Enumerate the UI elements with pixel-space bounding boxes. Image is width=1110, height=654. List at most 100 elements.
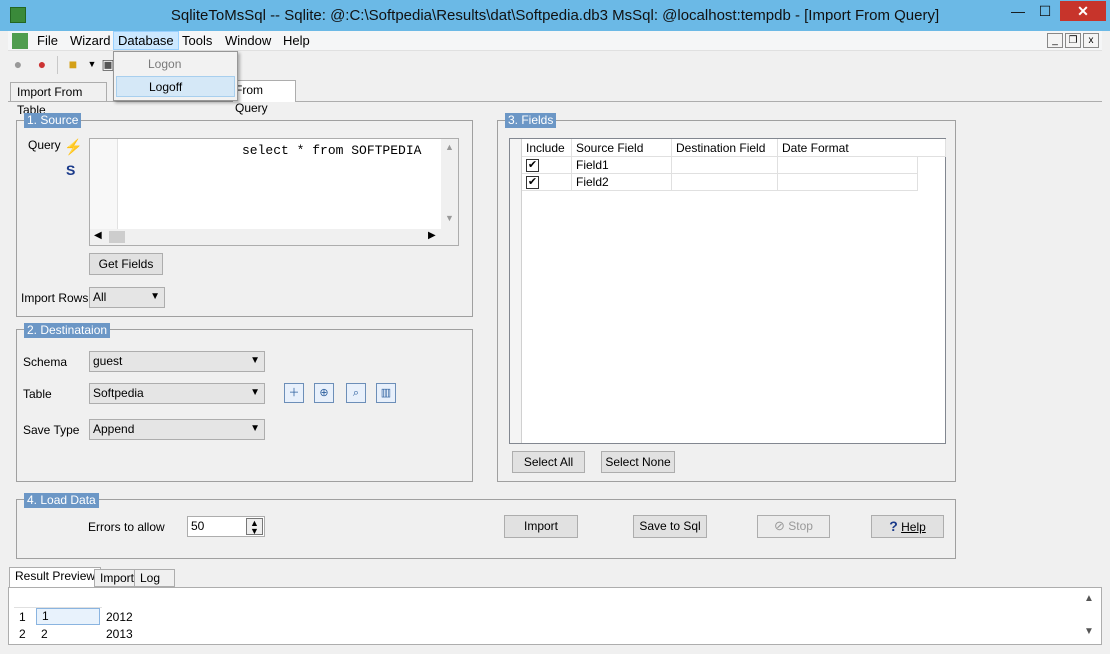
- stop-button[interactable]: ⊘ Stop: [757, 515, 830, 538]
- menu-bar: File Wizard Database Tools Window Help: [8, 31, 1102, 51]
- result-cell[interactable]: 1: [36, 608, 100, 625]
- fields-group-title: 3. Fields: [505, 113, 557, 128]
- scroll-left-icon[interactable]: ◀: [94, 230, 102, 241]
- result-cell[interactable]: 2012: [106, 610, 133, 624]
- scroll-down-icon[interactable]: ▼: [445, 213, 454, 223]
- stop-label: Stop: [788, 519, 813, 533]
- save-type-label: Save Type: [23, 423, 80, 437]
- save-type-select[interactable]: Append ▼: [89, 419, 265, 440]
- chevron-down-icon: ▼: [250, 387, 260, 398]
- new-table-icon[interactable]: ＋: [284, 383, 304, 403]
- schema-value: guest: [93, 354, 123, 368]
- result-cell[interactable]: 2013: [106, 627, 133, 641]
- mdi-app-icon: [12, 33, 28, 49]
- table-row: ✔: [522, 174, 572, 191]
- column-header-destination-field[interactable]: Destination Field: [672, 139, 778, 157]
- errors-to-allow-label: Errors to allow: [88, 520, 165, 534]
- result-row-number: 1: [19, 610, 26, 624]
- mdi-minimize-button[interactable]: _: [1047, 33, 1063, 48]
- destination-group-title: 2. Destinataion: [24, 323, 111, 338]
- tab-import-from-table[interactable]: Import From Table: [10, 82, 107, 117]
- get-fields-button[interactable]: Get Fields: [89, 253, 163, 275]
- wizard-icon[interactable]: ■: [65, 56, 81, 72]
- errors-to-allow-input[interactable]: 50 ▲ ▼: [187, 516, 265, 537]
- include-checkbox[interactable]: ✔: [526, 159, 539, 172]
- mdi-restore-button[interactable]: ❐: [1065, 33, 1081, 48]
- menu-window[interactable]: Window: [221, 33, 275, 49]
- column-header-source-field[interactable]: Source Field: [572, 139, 672, 157]
- menu-item-logoff[interactable]: Logoff: [116, 76, 235, 97]
- chevron-down-icon[interactable]: ▼: [84, 56, 100, 72]
- database-menu-dropdown: Logon Logoff: [113, 51, 238, 101]
- import-rows-label: Import Rows: [21, 291, 89, 305]
- add-table-icon[interactable]: ⊕: [314, 383, 334, 403]
- query-label: Query: [28, 138, 61, 152]
- columns-icon[interactable]: ▥: [376, 383, 396, 403]
- source-field-cell[interactable]: Field2: [572, 174, 672, 191]
- menu-help[interactable]: Help: [279, 33, 314, 49]
- save-type-value: Append: [93, 422, 135, 436]
- menu-file[interactable]: File: [33, 33, 62, 49]
- result-header: [14, 591, 102, 608]
- help-label: Help: [901, 520, 926, 534]
- result-cell[interactable]: 2: [41, 627, 48, 641]
- maximize-button[interactable]: ☐: [1032, 1, 1058, 21]
- stop-icon: ⊘: [774, 518, 785, 533]
- chevron-down-icon: ▼: [150, 291, 160, 302]
- logoff-icon[interactable]: ●: [34, 56, 50, 72]
- scroll-down-icon[interactable]: ▼: [1084, 626, 1094, 637]
- tab-result-preview[interactable]: Result Preview: [9, 567, 102, 587]
- sql-s-icon[interactable]: S: [66, 162, 75, 178]
- close-button[interactable]: ✕: [1060, 1, 1106, 21]
- spin-arrows-icon[interactable]: ▲ ▼: [246, 518, 263, 536]
- query-vertical-scrollbar[interactable]: ▲ ▼: [441, 139, 458, 229]
- result-row-number: 2: [19, 627, 26, 641]
- scroll-thumb[interactable]: [109, 231, 125, 243]
- load-data-group-title: 4. Load Data: [24, 493, 99, 508]
- select-all-button[interactable]: Select All: [512, 451, 585, 473]
- menu-wizard[interactable]: Wizard: [66, 33, 114, 49]
- include-checkbox[interactable]: ✔: [526, 176, 539, 189]
- help-button[interactable]: ? Help: [871, 515, 944, 538]
- tab-log[interactable]: Log: [134, 569, 175, 587]
- lightning-icon[interactable]: ⚡: [64, 138, 83, 156]
- search-table-icon[interactable]: ⌕: [346, 383, 366, 403]
- scroll-right-icon[interactable]: ▶: [428, 230, 436, 241]
- destination-field-cell[interactable]: [672, 174, 778, 191]
- date-format-cell[interactable]: [778, 174, 918, 191]
- row-header-column: [510, 139, 522, 443]
- select-none-button[interactable]: Select None: [601, 451, 675, 473]
- table-value: Softpedia: [93, 386, 144, 400]
- tab-import-from-query[interactable]: From Query: [232, 80, 296, 115]
- menu-database[interactable]: Database: [113, 31, 179, 50]
- import-rows-value: All: [93, 290, 107, 304]
- source-field-cell[interactable]: Field1: [572, 157, 672, 174]
- save-to-sql-button[interactable]: Save to Sql: [633, 515, 707, 538]
- mdi-close-button[interactable]: x: [1083, 33, 1099, 48]
- menu-tools[interactable]: Tools: [178, 33, 216, 49]
- table-label: Table: [23, 387, 52, 401]
- title-bar: SqliteToMsSql -- Sqlite: @:C:\Softpedia\…: [0, 0, 1110, 31]
- column-header-include[interactable]: Include: [522, 139, 572, 157]
- query-editor[interactable]: select * from SOFTPEDIA ▲ ▼ ◀ ▶: [89, 138, 459, 246]
- schema-label: Schema: [23, 355, 68, 369]
- logon-icon[interactable]: ●: [10, 56, 26, 72]
- result-preview-grid: 1 1 2012 2 2 2013 ▲ ▼: [8, 587, 1102, 645]
- date-format-cell[interactable]: [778, 157, 918, 174]
- schema-select[interactable]: guest ▼: [89, 351, 265, 372]
- import-button[interactable]: Import: [504, 515, 578, 538]
- source-group-title: 1. Source: [24, 113, 82, 128]
- import-rows-select[interactable]: All ▼: [89, 287, 165, 308]
- query-gutter: [90, 139, 118, 229]
- minimize-button[interactable]: —: [1004, 1, 1032, 21]
- column-header-date-format[interactable]: Date Format: [778, 139, 946, 157]
- table-select[interactable]: Softpedia ▼: [89, 383, 265, 404]
- destination-field-cell[interactable]: [672, 157, 778, 174]
- menu-item-logon[interactable]: Logon: [116, 54, 235, 75]
- query-horizontal-scrollbar[interactable]: ◀ ▶: [90, 229, 458, 245]
- query-text[interactable]: select * from SOFTPEDIA: [242, 143, 421, 158]
- toolbar-separator: [57, 56, 58, 74]
- scroll-up-icon[interactable]: ▲: [445, 142, 454, 152]
- scroll-up-icon[interactable]: ▲: [1084, 593, 1094, 604]
- fields-grid: Include Source Field Destination Field D…: [509, 138, 946, 444]
